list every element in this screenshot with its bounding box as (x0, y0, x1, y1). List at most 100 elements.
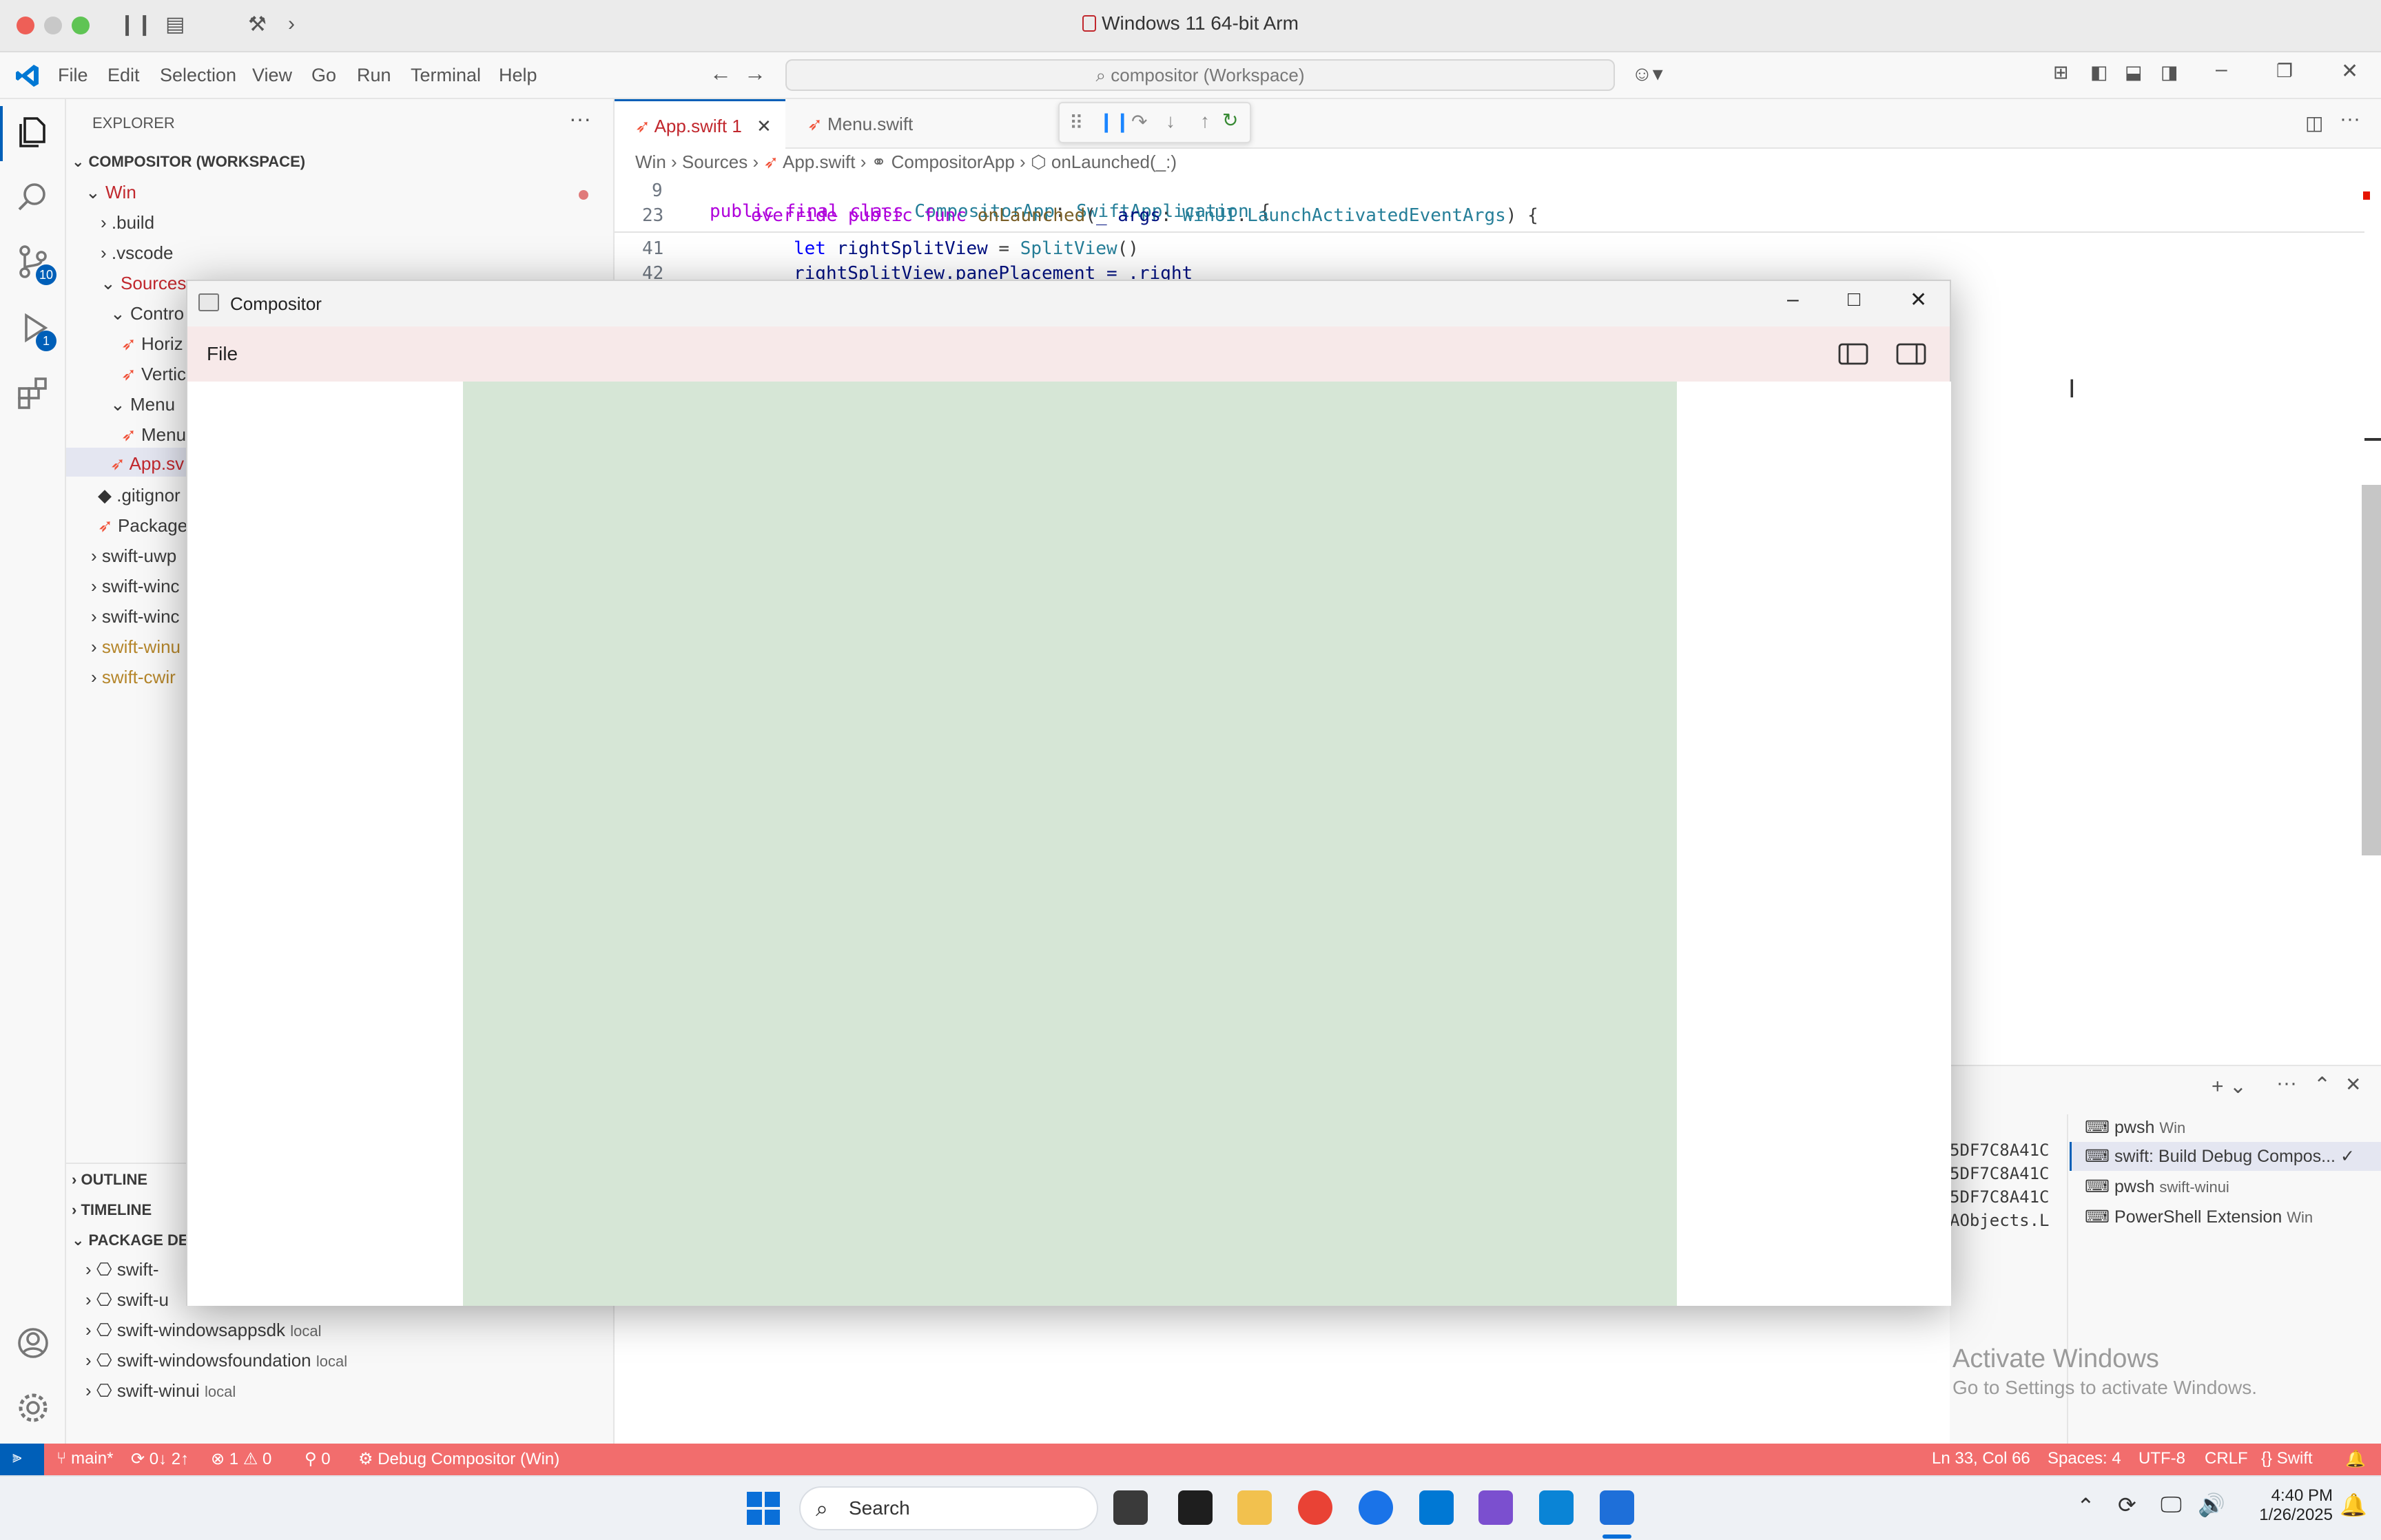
tree-item[interactable]: ⌄ Menu (110, 394, 175, 415)
indentation[interactable]: Spaces: 4 (2048, 1449, 2121, 1468)
search-icon[interactable] (15, 179, 51, 215)
menu-go[interactable]: Go (311, 65, 336, 86)
tree-item[interactable]: ➶ Vertic (121, 364, 186, 385)
step-into-icon[interactable]: ↓ (1166, 110, 1175, 132)
new-terminal-icon[interactable]: + ⌄ (2212, 1074, 2247, 1099)
close-panel-icon[interactable]: ✕ (2345, 1073, 2361, 1096)
accounts-icon[interactable] (15, 1325, 51, 1361)
minimize-icon[interactable]: – (1787, 288, 1799, 311)
tree-item[interactable]: › swift-winu (91, 636, 181, 658)
windows-start-icon[interactable] (745, 1490, 781, 1526)
close-icon[interactable]: ✕ (1910, 288, 1927, 312)
menu-view[interactable]: View (252, 65, 292, 86)
tree-item[interactable]: ➶ Menu (121, 424, 186, 446)
sync-status[interactable]: ⟳ 0↓ 2↑ (131, 1449, 189, 1469)
menu-run[interactable]: Run (357, 65, 391, 86)
maximize-icon[interactable]: □ (1848, 288, 1860, 311)
toggle-sidebar-icon[interactable]: ◧ (2090, 62, 2108, 83)
settings-gear-icon[interactable] (15, 1390, 51, 1426)
timeline-section[interactable]: › TIMELINE (72, 1201, 152, 1219)
extensions-icon[interactable] (15, 375, 51, 410)
menu-edit[interactable]: Edit (107, 65, 140, 86)
nav-back-icon[interactable]: ← (710, 61, 732, 86)
task-view-icon[interactable] (1113, 1490, 1148, 1525)
code-line-23[interactable]: override public func onLaunched(_ args: … (751, 205, 1538, 226)
tree-item[interactable]: ⌄ Win (85, 182, 136, 203)
workspace-section[interactable]: ⌄ COMPOSITOR (WORKSPACE) (72, 153, 305, 171)
step-out-icon[interactable]: ↑ (1200, 110, 1210, 132)
tree-item[interactable]: ⌄ Sources (101, 273, 186, 294)
ports-status[interactable]: ⚲ 0 (305, 1449, 331, 1469)
terminal-list-item-selected[interactable]: ⌨ swift: Build Debug Compos... ✓ (2085, 1146, 2355, 1167)
tree-item[interactable]: ➶ Package (98, 515, 187, 537)
split-editor-icon[interactable]: ◫ (2305, 112, 2323, 134)
terminal-list-item[interactable]: ⌨ pwsh swift-winui (2085, 1176, 2229, 1197)
toggle-panel-icon[interactable]: ⬓ (2125, 62, 2143, 83)
encoding[interactable]: UTF-8 (2138, 1449, 2185, 1468)
restart-icon[interactable]: ↻ (1222, 109, 1238, 132)
taskbar-search[interactable]: ⌕ Search (799, 1486, 1098, 1530)
toggle-left-pane-button[interactable] (1828, 336, 1878, 372)
package-item[interactable]: › ⎔ swift-winui local (85, 1380, 236, 1402)
cursor-position[interactable]: Ln 33, Col 66 (1932, 1449, 2030, 1468)
package-dependencies-section[interactable]: ⌄ PACKAGE DEI (72, 1231, 193, 1249)
editor-scrollbar-thumb[interactable] (2362, 485, 2381, 855)
tree-item[interactable]: › swift-winc (91, 606, 180, 627)
vscode-app-icon[interactable] (1419, 1490, 1454, 1525)
close-tab-icon[interactable]: ✕ (756, 116, 772, 136)
notification-center-icon[interactable]: 🔔 (2340, 1492, 2367, 1518)
package-item[interactable]: › ⎔ swift- (85, 1259, 159, 1280)
terminal-list-item[interactable]: ⌨ PowerShell Extension Win (2085, 1207, 2313, 1227)
nav-forward-icon[interactable]: → (744, 61, 766, 86)
problems-status[interactable]: ⊗ 1 ⚠ 0 (211, 1449, 271, 1469)
menu-help[interactable]: Help (499, 65, 537, 86)
tree-item[interactable]: › .build (101, 212, 154, 233)
toggle-right-pane-button[interactable] (1886, 336, 1936, 372)
terminal-list-item[interactable]: ⌨ pwsh Win (2085, 1117, 2185, 1138)
tab-app-swift[interactable]: ➶ App.swift 1 ✕ (615, 99, 785, 149)
branch-status[interactable]: ⑂ main* (56, 1449, 113, 1468)
package-item[interactable]: › ⎔ swift-windowsfoundation local (85, 1350, 347, 1371)
store-app-icon[interactable] (1539, 1490, 1574, 1525)
tab-menu-swift[interactable]: ➶ Menu.swift (787, 99, 959, 149)
copilot-icon[interactable]: ☺▾ (1631, 62, 1663, 86)
file-explorer-icon[interactable] (1237, 1490, 1272, 1525)
tree-item[interactable]: ➶ Horiz (121, 333, 183, 355)
pause-icon[interactable]: ❙❙ (1098, 110, 1131, 133)
minimize-icon[interactable]: – (2216, 58, 2227, 81)
menu-terminal[interactable]: Terminal (411, 65, 481, 86)
drag-handle-icon[interactable]: ⠿ (1069, 112, 1084, 134)
toggle-secondary-sidebar-icon[interactable]: ◨ (2161, 62, 2178, 83)
restore-icon[interactable]: ❐ (2276, 61, 2293, 82)
menu-file[interactable]: File (58, 65, 88, 86)
maximize-panel-icon[interactable]: ⌃ (2313, 1073, 2331, 1097)
network-icon[interactable]: 🖵 (2161, 1492, 2182, 1518)
tree-item[interactable]: › .vscode (101, 242, 174, 264)
package-item[interactable]: › ⎔ swift-u (85, 1289, 169, 1311)
customize-layout-icon[interactable]: ⊞ (2053, 62, 2069, 83)
debug-status[interactable]: ⚙ Debug Compositor (Win) (358, 1449, 559, 1469)
notifications-bell-icon[interactable]: 🔔 (2345, 1449, 2366, 1469)
maps-app-icon[interactable] (1359, 1490, 1393, 1525)
show-hidden-icons[interactable]: ⌃ (2076, 1493, 2095, 1519)
volume-icon[interactable]: 🔊 (2198, 1492, 2225, 1518)
tree-item[interactable]: › swift-winc (91, 576, 180, 597)
more-actions-icon[interactable]: ··· (569, 106, 591, 132)
editor-more-icon[interactable]: ··· (2340, 107, 2360, 131)
visual-studio-icon[interactable] (1478, 1490, 1513, 1525)
tree-item[interactable]: ◆ .gitignor (98, 485, 181, 506)
package-item[interactable]: › ⎔ swift-windowsappsdk local (85, 1320, 322, 1341)
tree-item-selected[interactable]: ➶ App.sv (110, 453, 184, 475)
tree-item[interactable]: ⌄ Contro (110, 303, 184, 324)
chrome-icon[interactable] (1298, 1490, 1332, 1525)
explorer-icon[interactable] (15, 114, 51, 150)
step-over-icon[interactable]: ↷ (1131, 110, 1147, 133)
tree-item[interactable]: › swift-uwp (91, 545, 176, 567)
language-mode[interactable]: {} Swift (2261, 1449, 2313, 1468)
compositor-file-menu[interactable]: File (207, 343, 238, 365)
tree-item[interactable]: › swift-cwir (91, 667, 176, 688)
line-ending[interactable]: CRLF (2205, 1449, 2248, 1468)
remote-indicator[interactable]: ⫸ (0, 1444, 44, 1475)
outline-section[interactable]: › OUTLINE (72, 1171, 147, 1189)
compositor-taskbar-icon[interactable] (1600, 1490, 1634, 1525)
